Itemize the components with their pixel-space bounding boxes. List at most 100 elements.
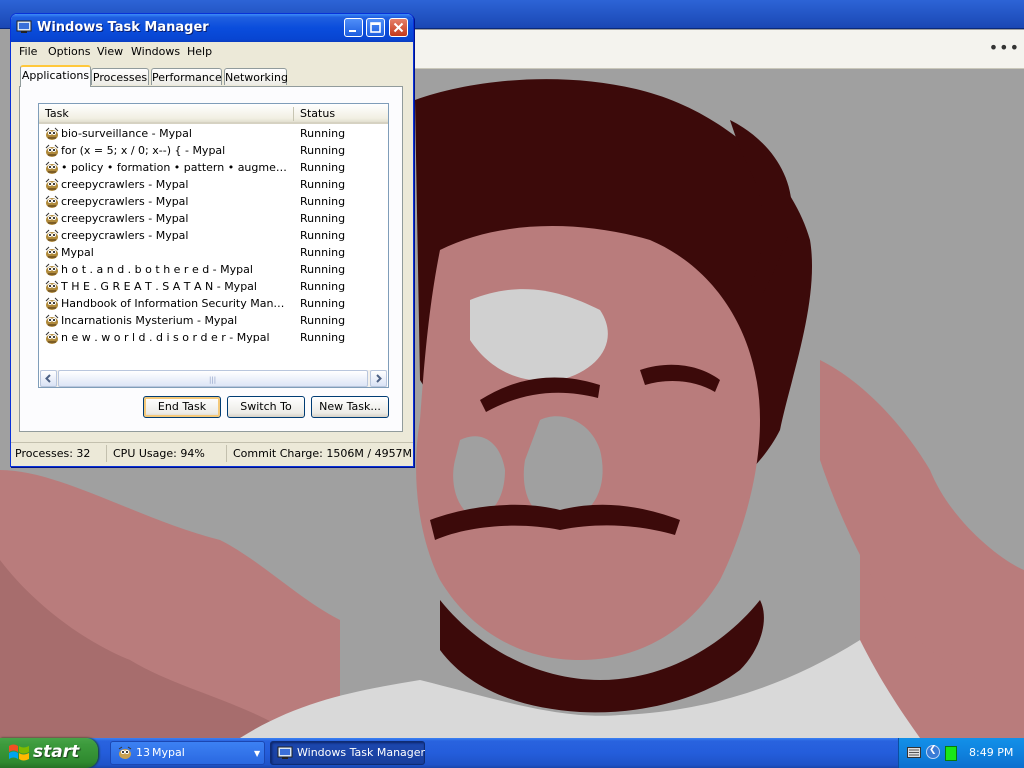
show-hidden-icons-button[interactable]: ❮ [926, 745, 940, 759]
task-status: Running [300, 280, 346, 293]
taskbar: start 13 Mypal ▼ Windows Task Manager ❮ … [0, 738, 1024, 768]
taskbar-group-mypal[interactable]: 13 Mypal ▼ [110, 741, 265, 765]
mypal-icon [45, 246, 59, 259]
task-name: bio-surveillance - Mypal [61, 127, 192, 140]
column-header-task[interactable]: Task [45, 107, 69, 120]
task-manager-icon [16, 20, 32, 33]
menu-file[interactable]: File [19, 45, 37, 58]
table-row[interactable]: Mypal Running [39, 245, 388, 262]
task-status: Running [300, 229, 346, 242]
close-button[interactable] [389, 18, 408, 37]
minimize-icon [349, 30, 356, 32]
task-status: Running [300, 144, 346, 157]
mypal-icon [45, 178, 59, 191]
task-status: Running [300, 212, 346, 225]
task-status: Running [300, 297, 346, 310]
status-processes: Processes: 32 [15, 447, 91, 460]
menu-windows[interactable]: Windows [131, 45, 180, 58]
task-list[interactable]: Task Status bio-surveillance - Mypal Runn… [38, 103, 389, 388]
status-cpu-usage: CPU Usage: 94% [113, 447, 205, 460]
switch-to-button[interactable]: Switch To [227, 396, 305, 418]
column-header-status[interactable]: Status [300, 107, 335, 120]
status-commit-charge: Commit Charge: 1506M / 4957M [233, 447, 413, 460]
column-separator[interactable] [293, 107, 294, 121]
more-options-icon[interactable]: ••• [989, 38, 1020, 57]
mypal-icon [45, 331, 59, 344]
mypal-icon [45, 161, 59, 174]
taskbar-group-label: Mypal [152, 746, 185, 759]
status-bar: Processes: 32 CPU Usage: 94% Commit Char… [11, 442, 413, 465]
start-label: start [33, 742, 80, 762]
task-name: Handbook of Information Security Managem… [61, 297, 290, 310]
task-status: Running [300, 127, 346, 140]
task-name: Mypal [61, 246, 94, 259]
table-row[interactable]: creepycrawlers - Mypal Running [39, 194, 388, 211]
mypal-icon [45, 127, 59, 140]
minimize-button[interactable] [344, 18, 363, 37]
mypal-icon [45, 195, 59, 208]
grip-icon: ||| [209, 376, 217, 384]
task-name: creepycrawlers - Mypal [61, 195, 189, 208]
menu-options[interactable]: Options [48, 45, 90, 58]
menu-view[interactable]: View [97, 45, 123, 58]
maximize-icon [370, 22, 381, 33]
mypal-icon [45, 144, 59, 157]
table-row[interactable]: for (x = 5; x / 0; x--) { - Mypal Running [39, 143, 388, 160]
maximize-button[interactable] [366, 18, 385, 37]
tab-processes[interactable]: Processes [91, 68, 149, 85]
task-name: n e w . w o r l d . d i s o r d e r - My… [61, 331, 270, 344]
taskbar-task-manager[interactable]: Windows Task Manager [270, 741, 425, 765]
task-status: Running [300, 161, 346, 174]
task-name: • policy • formation • pattern • augment… [61, 161, 290, 174]
table-row[interactable]: T H E . G R E A T . S A T A N - Mypal Run… [39, 279, 388, 296]
task-status: Running [300, 178, 346, 191]
taskbar-task-label: Windows Task Manager [297, 746, 426, 759]
scroll-left-button[interactable] [40, 370, 57, 387]
list-header: Task Status [39, 104, 388, 124]
task-name: creepycrawlers - Mypal [61, 178, 189, 191]
mypal-icon [45, 263, 59, 276]
mypal-icon [45, 297, 59, 310]
task-name: creepycrawlers - Mypal [61, 212, 189, 225]
table-row[interactable]: n e w . w o r l d . d i s o r d e r - My… [39, 330, 388, 347]
start-button[interactable]: start [0, 738, 98, 768]
table-row[interactable]: creepycrawlers - Mypal Running [39, 211, 388, 228]
mypal-icon [118, 746, 132, 759]
green-status-icon[interactable] [945, 746, 957, 761]
table-row[interactable]: creepycrawlers - Mypal Running [39, 177, 388, 194]
scrollbar-thumb[interactable]: ||| [58, 370, 368, 387]
horizontal-scrollbar[interactable]: ||| [40, 370, 387, 387]
windows-flag-icon [9, 744, 29, 761]
table-row[interactable]: creepycrawlers - Mypal Running [39, 228, 388, 245]
close-icon [393, 22, 404, 33]
table-row[interactable]: bio-surveillance - Mypal Running [39, 126, 388, 143]
title-bar[interactable]: Windows Task Manager [11, 14, 413, 42]
task-status: Running [300, 195, 346, 208]
task-status: Running [300, 263, 346, 276]
end-task-button[interactable]: End Task [143, 396, 221, 418]
clock[interactable]: 8:49 PM [969, 746, 1013, 759]
status-divider [226, 445, 227, 462]
arrow-left-icon [45, 374, 51, 383]
task-status: Running [300, 331, 346, 344]
keyboard-icon[interactable] [907, 747, 921, 758]
desktop: ••• Windows Task Manager File Options Vi [0, 0, 1024, 738]
task-name: h o t . a n d . b o t h e r e d - Mypal [61, 263, 253, 276]
table-row[interactable]: h o t . a n d . b o t h e r e d - Mypal R… [39, 262, 388, 279]
task-manager-window: Windows Task Manager File Options View W… [10, 13, 414, 467]
table-row[interactable]: Incarnationis Mysterium - Mypal Running [39, 313, 388, 330]
table-row[interactable]: • policy • formation • pattern • augment… [39, 160, 388, 177]
table-row[interactable]: Handbook of Information Security Managem… [39, 296, 388, 313]
task-manager-icon [277, 746, 293, 759]
taskbar-group-count: 13 [136, 746, 150, 759]
menu-help[interactable]: Help [187, 45, 212, 58]
new-task-button[interactable]: New Task... [311, 396, 389, 418]
mypal-icon [45, 280, 59, 293]
task-name: creepycrawlers - Mypal [61, 229, 189, 242]
mypal-icon [45, 212, 59, 225]
tab-networking[interactable]: Networking [224, 68, 288, 85]
tab-performance[interactable]: Performance [151, 68, 222, 85]
tab-applications[interactable]: Applications [20, 65, 91, 87]
task-name: T H E . G R E A T . S A T A N - Mypal [61, 280, 257, 293]
scroll-right-button[interactable] [370, 370, 387, 387]
